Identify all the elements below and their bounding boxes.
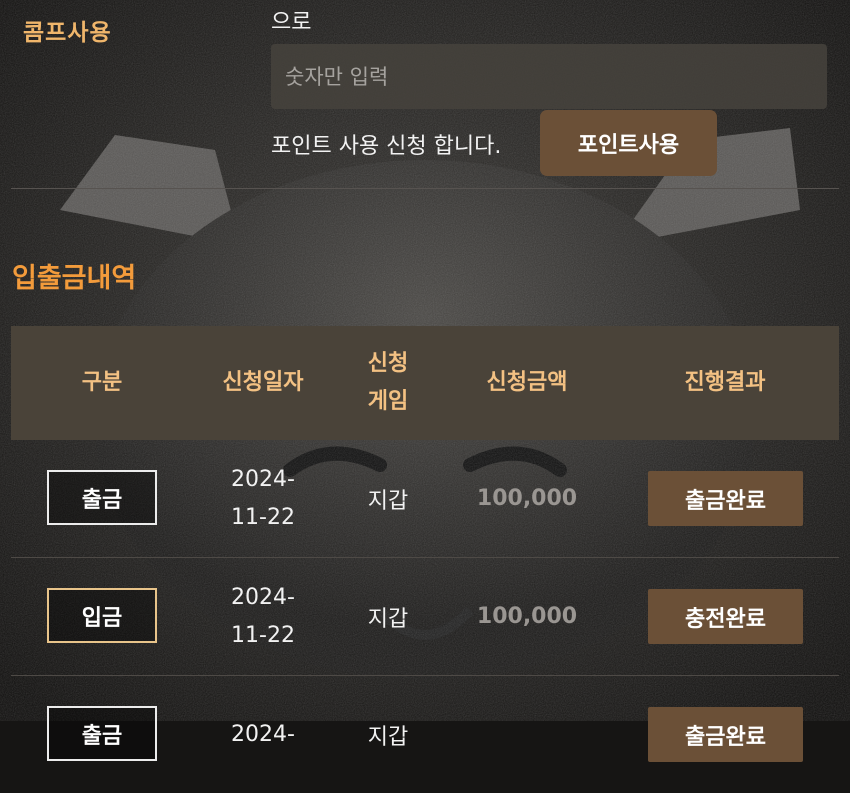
amount-cell: 100,000 <box>476 486 578 511</box>
column-header-game: 신청 게임 <box>367 351 409 414</box>
comp-use-label: 콤프사용 <box>23 20 112 46</box>
date-cell: 2024- <box>231 721 295 747</box>
column-header-amount: 신청금액 <box>486 370 568 395</box>
comp-prefix-text: 으로 <box>271 10 312 35</box>
result-status-button[interactable]: 출금완료 <box>648 471 803 526</box>
history-row: 입금 2024- 11-22 지갑 100,000 충전완료 <box>11 558 839 676</box>
use-points-button[interactable]: 포인트사용 <box>540 110 717 176</box>
game-cell: 지갑 <box>367 488 409 514</box>
history-section-title: 입출금내역 <box>12 263 137 294</box>
history-row: 출금 2024- 11-22 지갑 100,000 출금완료 <box>11 440 839 558</box>
apply-text: 포인트 사용 신청 합니다. <box>271 134 502 159</box>
result-status-button[interactable]: 출금완료 <box>648 707 803 762</box>
game-cell: 지갑 <box>367 724 409 750</box>
column-header-result: 진행결과 <box>684 370 766 395</box>
result-status-button[interactable]: 충전완료 <box>648 589 803 644</box>
game-cell: 지갑 <box>367 606 409 632</box>
amount-cell: 100,000 <box>476 604 578 629</box>
date-cell: 2024- 11-22 <box>231 584 295 648</box>
amount-cell <box>443 676 611 793</box>
date-cell: 2024- 11-22 <box>231 466 295 530</box>
history-row: 출금 2024- 지갑 출금완료 <box>11 676 839 793</box>
type-badge: 출금 <box>47 470 157 525</box>
column-header-type: 구분 <box>81 370 123 395</box>
points-amount-input[interactable] <box>271 44 827 109</box>
type-badge: 입금 <box>47 588 157 643</box>
history-table-header: 구분 신청일자 신청 게임 신청금액 진행결과 <box>11 326 839 440</box>
type-badge: 출금 <box>47 706 157 761</box>
section-divider <box>11 188 839 189</box>
column-header-date: 신청일자 <box>222 370 304 395</box>
